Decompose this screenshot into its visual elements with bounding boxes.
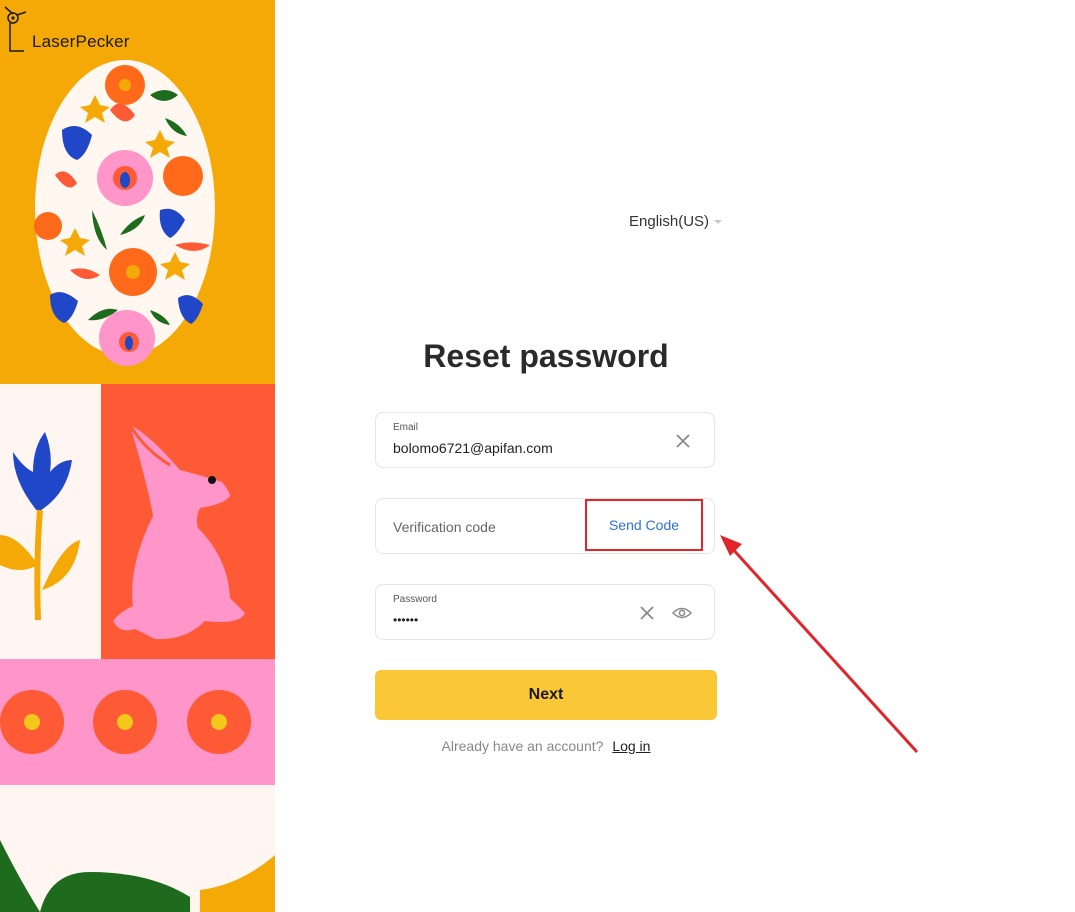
brand-name: LaserPecker (32, 32, 130, 51)
send-code-button[interactable]: Send Code (585, 499, 703, 551)
password-field[interactable]: Password •••••• (375, 584, 715, 640)
login-prompt-text: Already have an account? (441, 738, 604, 754)
brand-logo: LaserPecker (4, 6, 130, 54)
annotation-arrow (720, 535, 919, 754)
pecker-logo-icon (4, 6, 27, 52)
eye-icon[interactable] (672, 603, 692, 623)
language-label: English(US) (629, 213, 710, 230)
email-value[interactable]: bolomo6721@apifan.com (393, 440, 553, 456)
login-prompt-row: Already have an account? Log in (375, 738, 717, 754)
next-button[interactable]: Next (375, 670, 717, 720)
caret-down-icon (714, 219, 723, 224)
password-value[interactable]: •••••• (393, 613, 418, 627)
verification-code-input[interactable]: Verification code (393, 519, 496, 535)
login-link[interactable]: Log in (612, 738, 650, 754)
close-icon[interactable] (673, 431, 693, 451)
password-label: Password (393, 594, 437, 605)
email-label: Email (393, 422, 419, 433)
email-field[interactable]: Email bolomo6721@apifan.com (375, 412, 715, 468)
language-selector[interactable]: English(US) (629, 213, 723, 230)
decorative-panel: LaserPecker (0, 0, 275, 912)
page-title: Reset password (423, 338, 669, 374)
close-icon[interactable] (637, 603, 657, 623)
easter-illustration (0, 0, 275, 912)
